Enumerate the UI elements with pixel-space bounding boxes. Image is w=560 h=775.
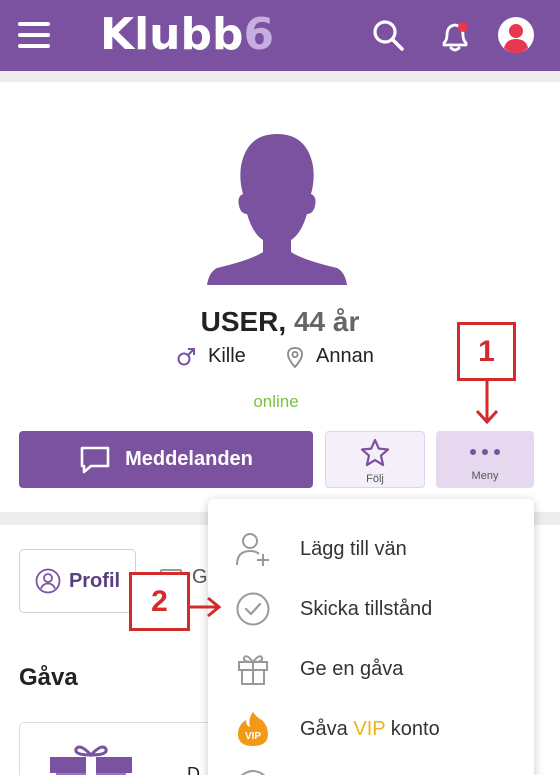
location-label: Annan	[316, 345, 374, 367]
search-icon[interactable]	[370, 17, 406, 53]
username: USER,	[200, 306, 287, 337]
follow-button[interactable]: Följ	[325, 431, 425, 488]
gender-info: Kille	[176, 345, 246, 368]
chat-bubble-icon	[80, 446, 110, 473]
annotation-step-1: 1	[457, 322, 516, 381]
user-avatar-icon[interactable]	[497, 16, 535, 54]
menu-item-label: Lägg till vän	[300, 537, 407, 560]
tab-profile[interactable]: Profil	[19, 549, 136, 613]
location-info: Annan	[286, 345, 374, 368]
menu-item-label: Skicka tillstånd	[300, 597, 433, 620]
tab-second-label: G	[192, 566, 208, 588]
site-logo[interactable]: Klubb6	[100, 6, 274, 64]
menu-item-give-gift[interactable]: Ge en gåva	[208, 641, 534, 697]
menu-icon[interactable]	[18, 22, 50, 48]
menu-item-label: Ge en gåva	[300, 657, 404, 680]
online-status: online	[253, 392, 299, 411]
next-item-icon-partial	[240, 770, 266, 775]
more-dots-icon	[470, 449, 500, 455]
add-user-icon	[236, 533, 269, 566]
male-icon	[177, 347, 195, 365]
annotation-step-2: 2	[129, 572, 190, 631]
profile-avatar-silhouette	[207, 134, 347, 285]
gift-section-title: Gåva	[19, 664, 78, 691]
gift-description-partial: D	[187, 764, 200, 775]
menu-item-add-friend[interactable]: Lägg till vän	[208, 521, 534, 577]
profile-action-menu: Lägg till vän Skicka tillstånd Ge en gåv…	[208, 499, 534, 775]
messages-label: Meddelanden	[125, 448, 253, 470]
gender-label: Kille	[208, 345, 246, 367]
star-icon	[360, 438, 390, 467]
tab-profile-label: Profil	[68, 569, 121, 592]
svg-text:VIP: VIP	[245, 731, 261, 742]
menu-item-send-permission[interactable]: Skicka tillstånd	[208, 581, 534, 637]
messages-button[interactable]: Meddelanden	[19, 431, 313, 488]
gift-icon	[238, 655, 268, 685]
bell-icon[interactable]	[436, 17, 474, 55]
annotation-arrow-right	[190, 596, 222, 618]
gift-box-icon	[50, 745, 132, 775]
vip-flame-icon: VIP	[238, 712, 268, 746]
follow-label: Följ	[366, 473, 384, 485]
user-circle-icon	[35, 568, 61, 594]
annotation-arrow-down	[475, 381, 499, 425]
menu-label: Meny	[471, 470, 499, 482]
menu-item-gift-vip[interactable]: VIP Gåva VIP konto	[208, 701, 534, 757]
menu-item-label: Gåva VIP konto	[300, 717, 440, 740]
check-circle-icon	[236, 592, 270, 626]
location-pin-icon	[287, 346, 303, 368]
top-header: Klubb6	[0, 0, 560, 71]
menu-button[interactable]: Meny	[436, 431, 534, 488]
user-age: 44 år	[293, 306, 360, 337]
